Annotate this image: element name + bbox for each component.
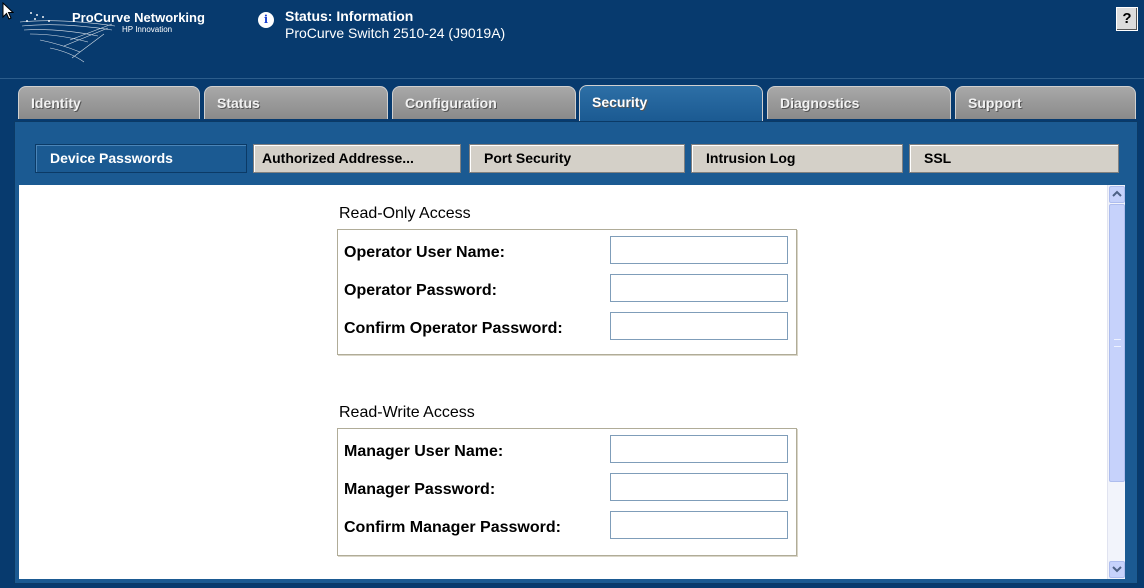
scrollbar-thumb[interactable] xyxy=(1109,204,1125,482)
operator-password-row: Operator Password: xyxy=(344,274,790,308)
tab-configuration[interactable]: Configuration xyxy=(392,86,576,119)
read-write-access-form: Manager User Name: Manager Password: Con… xyxy=(337,428,797,556)
subtab-ssl[interactable]: SSL xyxy=(909,144,1119,173)
tab-diagnostics[interactable]: Diagnostics xyxy=(767,86,951,119)
confirm-manager-password-input[interactable] xyxy=(610,511,788,539)
scrollbar-grip-icon xyxy=(1114,339,1121,347)
status-title: Status: Information xyxy=(285,8,414,24)
chevron-up-icon[interactable] xyxy=(1109,186,1125,203)
subtab-port-security[interactable]: Port Security xyxy=(469,144,685,173)
subtab-authorized-addresses[interactable]: Authorized Addresse... xyxy=(253,144,461,173)
manager-user-name-row: Manager User Name: xyxy=(344,435,790,469)
manager-password-input[interactable] xyxy=(610,473,788,501)
read-only-access-heading: Read-Only Access xyxy=(339,205,471,222)
operator-user-name-label: Operator User Name: xyxy=(344,244,505,261)
tab-security[interactable]: Security xyxy=(579,85,763,121)
read-only-access-form: Operator User Name: Operator Password: C… xyxy=(337,229,797,355)
tab-status[interactable]: Status xyxy=(204,86,388,119)
device-passwords-panel: Read-Only Access Operator User Name: Ope… xyxy=(19,185,1125,579)
vertical-scrollbar[interactable] xyxy=(1107,185,1125,579)
subtab-device-passwords[interactable]: Device Passwords xyxy=(35,144,247,173)
operator-user-name-row: Operator User Name: xyxy=(344,236,790,270)
brand-tagline: HP Innovation xyxy=(122,25,173,34)
operator-password-input[interactable] xyxy=(610,274,788,302)
app-window: ProCurve Networking HP Innovation i Stat… xyxy=(0,0,1144,588)
device-model: ProCurve Switch 2510-24 (J9019A) xyxy=(285,25,506,41)
info-icon: i xyxy=(258,12,274,28)
security-content-panel: Device Passwords Authorized Addresse... … xyxy=(14,121,1138,584)
header-bar: ProCurve Networking HP Innovation i Stat… xyxy=(0,0,1144,79)
confirm-operator-password-input[interactable] xyxy=(610,312,788,340)
tab-support[interactable]: Support xyxy=(955,86,1136,119)
manager-user-name-label: Manager User Name: xyxy=(344,443,504,460)
procurve-logo: ProCurve Networking HP Innovation xyxy=(0,0,250,74)
operator-user-name-input[interactable] xyxy=(610,236,788,264)
tab-identity[interactable]: Identity xyxy=(18,86,200,119)
manager-password-row: Manager Password: xyxy=(344,473,790,507)
help-button[interactable]: ? xyxy=(1116,7,1138,31)
confirm-manager-password-row: Confirm Manager Password: xyxy=(344,511,790,545)
operator-password-label: Operator Password: xyxy=(344,282,497,299)
confirm-operator-password-row: Confirm Operator Password: xyxy=(344,312,790,346)
confirm-operator-password-label: Confirm Operator Password: xyxy=(344,320,563,337)
manager-password-label: Manager Password: xyxy=(344,481,496,498)
brand-name: ProCurve Networking xyxy=(72,10,205,25)
confirm-manager-password-label: Confirm Manager Password: xyxy=(344,519,561,536)
subtab-intrusion-log[interactable]: Intrusion Log xyxy=(691,144,903,173)
manager-user-name-input[interactable] xyxy=(610,435,788,463)
read-write-access-heading: Read-Write Access xyxy=(339,404,475,421)
chevron-down-icon[interactable] xyxy=(1109,561,1125,578)
